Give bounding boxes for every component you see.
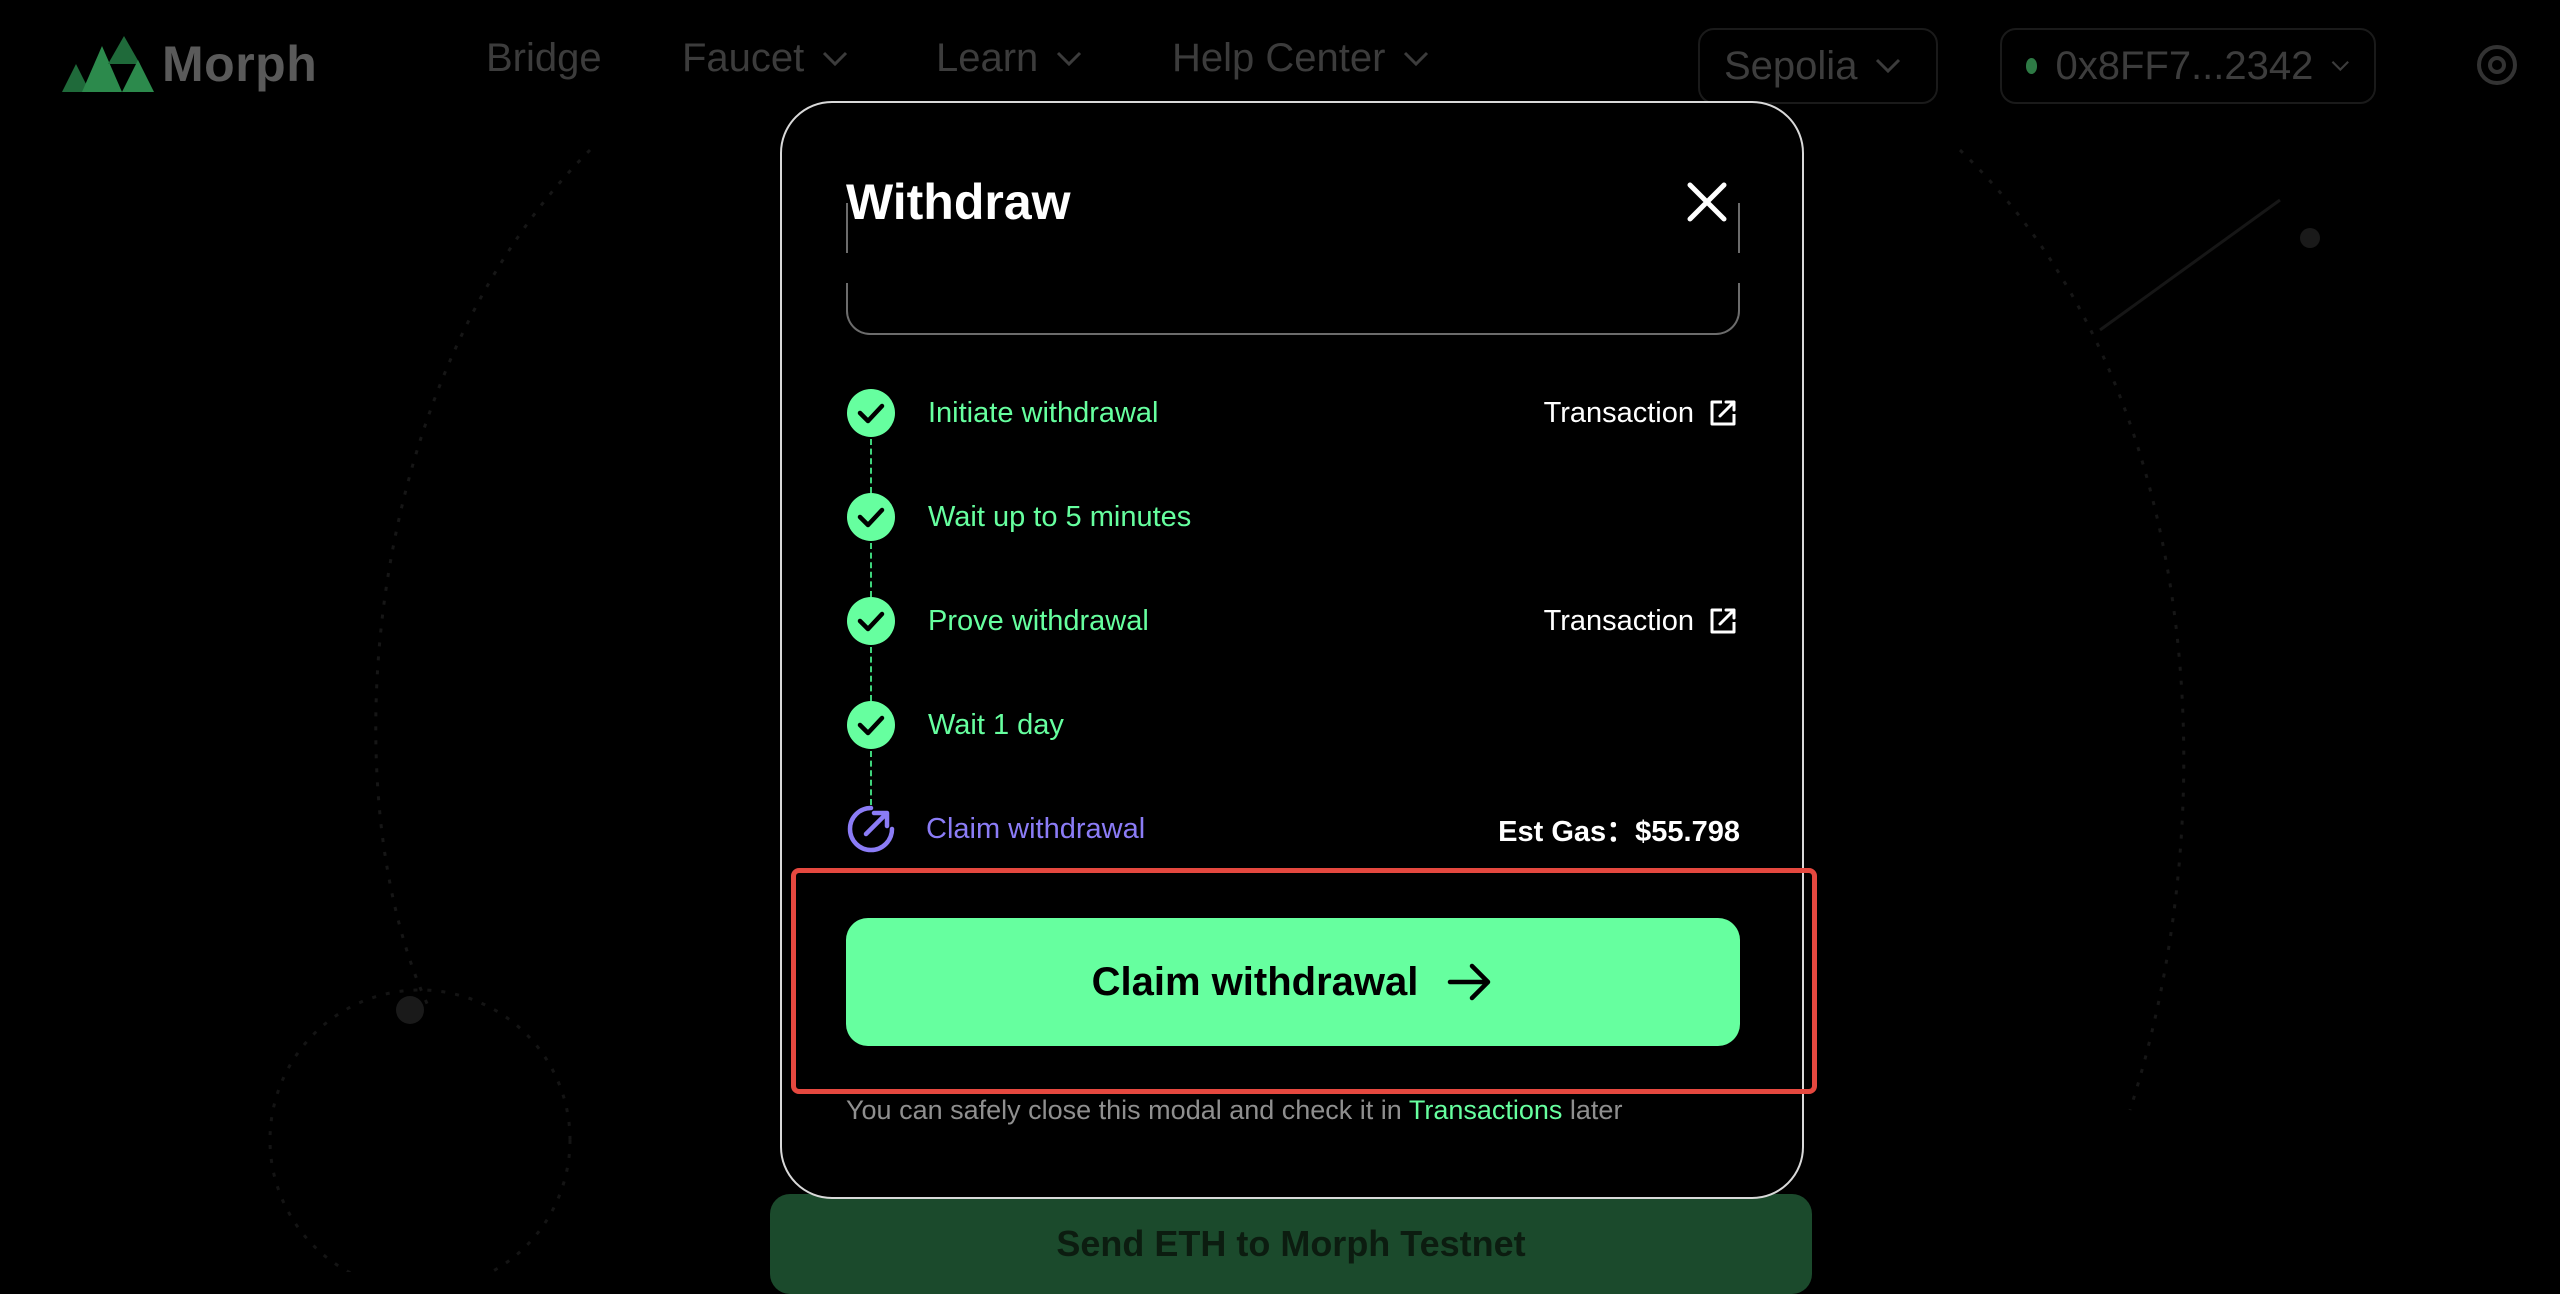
nav-bridge-label: Bridge xyxy=(486,36,602,80)
estimated-gas: Est Gas：$55.798 xyxy=(1498,808,1740,850)
arrow-right-icon xyxy=(1448,963,1491,1001)
transaction-link-label: Transaction xyxy=(1543,604,1694,637)
nav-bridge[interactable]: Bridge xyxy=(486,36,602,81)
background-send-button: Send ETH to Morph Testnet xyxy=(770,1194,1812,1294)
step-label: Initiate withdrawal xyxy=(928,396,1159,429)
check-circle-icon xyxy=(847,389,895,437)
step-connector xyxy=(870,543,872,597)
footnote-text-after: later xyxy=(1562,1095,1623,1125)
wallet-address: 0x8FF7...2342 xyxy=(2055,43,2314,88)
external-link-icon xyxy=(1710,608,1736,634)
step-claim-withdrawal: Claim withdrawal Est Gas：$55.798 xyxy=(846,803,1740,855)
step-label: Wait 1 day xyxy=(928,708,1064,741)
background-send-label: Send ETH to Morph Testnet xyxy=(1056,1223,1526,1264)
step-connector xyxy=(870,751,872,805)
step-connector xyxy=(870,439,872,493)
chevron-down-icon xyxy=(1876,58,1901,74)
claim-withdrawal-button-label: Claim withdrawal xyxy=(1091,959,1419,1004)
nav-faucet-label: Faucet xyxy=(682,36,805,80)
step-label: Claim withdrawal xyxy=(926,812,1146,845)
claim-withdrawal-button[interactable]: Claim withdrawal xyxy=(846,918,1740,1046)
chevron-down-icon xyxy=(1404,51,1429,66)
settings-gear-icon[interactable] xyxy=(2472,40,2522,90)
nav-help-center[interactable]: Help Center xyxy=(1172,36,1429,81)
step-initiate-withdrawal: Initiate withdrawal Transaction xyxy=(846,387,1740,439)
modal-footnote: You can safely close this modal and chec… xyxy=(846,1095,1622,1126)
logo-text: Morph xyxy=(162,36,318,92)
check-circle-icon xyxy=(847,493,895,541)
transaction-link[interactable]: Transaction xyxy=(1544,396,1740,430)
network-selector[interactable]: Sepolia xyxy=(1698,28,1938,104)
step-connector xyxy=(870,647,872,701)
pending-arrow-circle-icon xyxy=(847,805,895,853)
transactions-link[interactable]: Transactions xyxy=(1409,1095,1563,1125)
chevron-down-icon xyxy=(1057,51,1082,66)
step-wait-1-day: Wait 1 day xyxy=(846,699,1740,751)
withdraw-modal: Withdraw Initiate withdrawal Transaction xyxy=(780,101,1804,1199)
network-label: Sepolia xyxy=(1724,43,1858,88)
wallet-status-dot xyxy=(2026,58,2038,74)
close-icon[interactable] xyxy=(1682,177,1732,227)
nav-learn[interactable]: Learn xyxy=(936,36,1082,81)
step-label: Wait up to 5 minutes xyxy=(928,500,1192,533)
wallet-button[interactable]: 0x8FF7...2342 xyxy=(2000,28,2376,104)
transaction-link-label: Transaction xyxy=(1543,396,1694,429)
external-link-icon xyxy=(1710,400,1736,426)
morph-logo-icon xyxy=(62,36,154,92)
nav-faucet[interactable]: Faucet xyxy=(682,36,848,81)
footnote-text-before: You can safely close this modal and chec… xyxy=(846,1095,1409,1125)
modal-title: Withdraw xyxy=(846,174,1071,230)
transaction-link[interactable]: Transaction xyxy=(1544,604,1740,638)
est-gas-value: $55.798 xyxy=(1635,816,1740,848)
nav-help-center-label: Help Center xyxy=(1172,36,1386,80)
chevron-down-icon xyxy=(823,51,848,66)
step-prove-withdrawal: Prove withdrawal Transaction xyxy=(846,595,1740,647)
check-circle-icon xyxy=(847,701,895,749)
modal-header-backdrop xyxy=(822,253,1762,283)
step-label: Prove withdrawal xyxy=(928,604,1149,637)
check-circle-icon xyxy=(847,597,895,645)
nav-learn-label: Learn xyxy=(936,36,1039,80)
est-gas-label: Est Gas： xyxy=(1498,816,1636,848)
chevron-down-icon xyxy=(2332,60,2350,72)
morph-logo[interactable]: Morph xyxy=(62,34,317,94)
step-wait-5-minutes: Wait up to 5 minutes xyxy=(846,491,1740,543)
